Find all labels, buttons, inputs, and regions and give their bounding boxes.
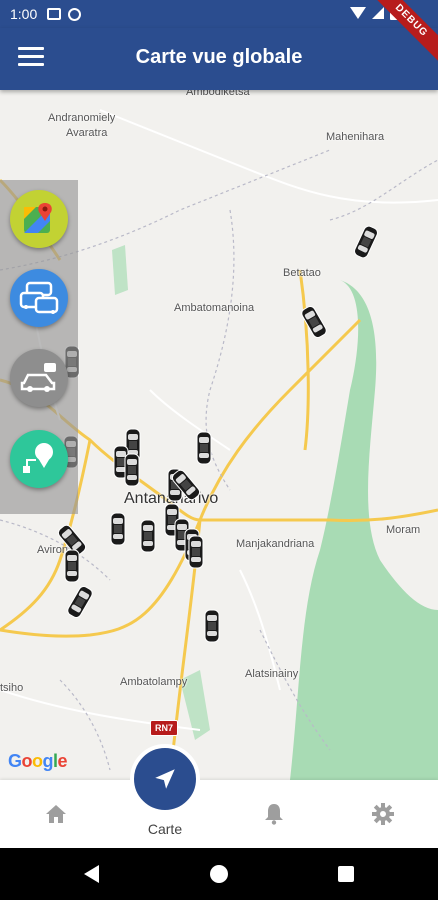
side-action-panel (0, 180, 78, 514)
system-navigation-bar (0, 848, 438, 900)
taxi-message-button[interactable] (10, 349, 68, 407)
route-pin-icon (23, 443, 53, 473)
place-label: Alatsinainy (245, 668, 299, 680)
navigation-arrow-icon (155, 769, 175, 789)
back-icon[interactable] (84, 865, 99, 883)
place-label: Avaratra (66, 127, 108, 139)
status-time: 1:00 (10, 6, 38, 22)
carte-tab-button[interactable] (130, 744, 200, 814)
road-shield: RN7 (150, 720, 179, 736)
google-maps-button[interactable] (10, 190, 68, 248)
settings-gear-icon[interactable] (370, 802, 396, 826)
google-maps-icon (24, 203, 52, 233)
image-notification-icon (47, 8, 62, 20)
place-label: Ambatomanoina (174, 302, 255, 314)
vehicle-marker-icon[interactable] (64, 549, 80, 583)
place-label: Manjakandriana (236, 538, 315, 550)
bottom-navigation (0, 780, 438, 848)
page-title: Carte vue globale (135, 46, 303, 68)
google-logo: Google (8, 751, 68, 771)
vehicle-marker-icon[interactable] (188, 535, 204, 569)
sync-notification-icon (68, 7, 82, 21)
home-circle-icon[interactable] (210, 865, 228, 883)
carte-tab-label: Carte (147, 821, 183, 837)
recent-apps-icon[interactable] (338, 866, 354, 882)
home-icon[interactable] (43, 802, 69, 826)
vehicle-marker-icon[interactable] (140, 519, 156, 553)
place-label: Moram (386, 524, 421, 536)
vehicle-marker-icon[interactable] (124, 453, 140, 487)
bell-icon[interactable] (261, 802, 287, 826)
place-label: Ambatolampy (120, 676, 188, 688)
signal-icon (372, 7, 384, 19)
app-bar: Carte vue globale (0, 28, 438, 90)
place-label: Betatao (283, 267, 321, 279)
place-label: Mahenihara (326, 131, 385, 143)
place-label: Andranomiely (48, 112, 116, 124)
forest-patch (112, 245, 128, 295)
taxi-message-icon (20, 363, 56, 392)
vehicle-marker-icon[interactable] (196, 431, 212, 465)
status-bar: 1:00 (0, 0, 438, 28)
traffic-icon (19, 281, 59, 314)
place-label: tsiho (0, 682, 24, 694)
vehicle-marker-icon[interactable] (204, 609, 220, 643)
vehicle-marker-icon[interactable] (110, 512, 126, 546)
wifi-icon (350, 7, 366, 19)
place-label: Ambodiketsa (186, 90, 250, 98)
traffic-button[interactable] (10, 269, 68, 327)
app-screen: 1:00 Carte vue globale DEBUG Ambodiketsa… (0, 0, 438, 900)
route-button[interactable] (10, 430, 68, 488)
